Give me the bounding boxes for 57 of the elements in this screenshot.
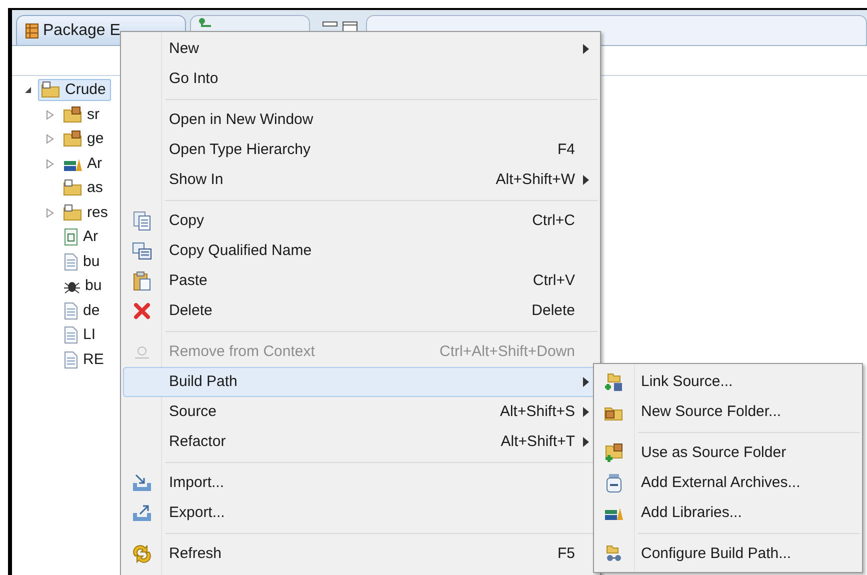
configure-icon <box>604 544 624 564</box>
collapsed-arrow-icon[interactable] <box>46 208 54 218</box>
folder-icon <box>63 204 83 222</box>
tree-item-label[interactable]: sr <box>87 104 100 126</box>
menu-item[interactable]: Copy Ctrl+C <box>123 206 598 236</box>
tree-item-label[interactable]: bu <box>83 250 100 273</box>
tree-item-label[interactable]: LI <box>83 324 96 346</box>
file-icon <box>63 302 79 320</box>
copy-icon <box>132 242 152 260</box>
xml-file-icon <box>63 228 79 246</box>
collapsed-arrow-icon[interactable] <box>46 110 54 120</box>
tree-item-label[interactable]: ge <box>87 128 104 150</box>
refresh-icon <box>132 544 152 564</box>
menu-item[interactable]: Configure Build Path... <box>596 539 860 569</box>
tree-item-label[interactable]: de <box>83 300 100 322</box>
tree-item-label[interactable]: Ar <box>87 152 102 175</box>
file-icon <box>63 326 79 344</box>
menu-item[interactable]: Add Libraries... <box>596 498 860 528</box>
menu-item[interactable]: Paste Ctrl+V <box>123 266 598 296</box>
tree-item-label[interactable]: res <box>87 202 108 224</box>
menu-item[interactable]: Link Source... <box>596 367 860 397</box>
link-folder-icon <box>604 372 624 392</box>
menu-item[interactable]: New Source Folder... <box>596 397 860 427</box>
file-icon <box>63 350 79 369</box>
copy-icon <box>133 211 151 231</box>
folder-icon <box>63 179 83 198</box>
project-folder-icon <box>41 81 61 100</box>
menu-item[interactable]: Copy Qualified Name <box>123 236 598 266</box>
menu-item[interactable]: Go Into <box>123 64 598 94</box>
tree-item-label[interactable]: Ar <box>83 226 98 248</box>
delete-icon <box>134 303 150 319</box>
menu-item[interactable]: Delete Delete <box>123 296 598 326</box>
import-icon <box>132 474 152 492</box>
menu-item[interactable]: Add External Archives... <box>596 468 860 498</box>
tree-item-label[interactable]: as <box>87 177 103 200</box>
collapsed-arrow-icon[interactable] <box>46 158 54 169</box>
tab-label: Package E <box>43 20 120 40</box>
file-icon <box>63 252 79 271</box>
selected-tree-item[interactable]: Crude <box>38 79 111 102</box>
folder-plus-icon <box>604 443 624 463</box>
jar-icon <box>605 473 623 493</box>
package-folder-icon <box>63 106 83 124</box>
tree-item-label[interactable]: bu <box>85 275 102 298</box>
package-icon <box>25 22 39 38</box>
tree-item-label[interactable]: RE <box>83 348 104 371</box>
clipboard-icon <box>133 271 151 291</box>
menu-item[interactable]: Open in New Window <box>123 105 598 135</box>
hierarchy-icon <box>199 18 211 27</box>
menu-item[interactable]: Use as Source Folder <box>596 438 860 468</box>
remove-icon <box>134 344 150 360</box>
menu-item[interactable]: Show In Alt+Shift+W <box>123 165 598 195</box>
menu-item[interactable]: Open Type Hierarchy F4 <box>123 135 598 165</box>
tree-item-label[interactable]: Crude <box>65 79 106 102</box>
collapsed-arrow-icon[interactable] <box>46 134 54 144</box>
export-icon <box>132 504 152 522</box>
package-folder-icon <box>63 130 83 148</box>
expanded-arrow-icon[interactable] <box>24 86 32 94</box>
